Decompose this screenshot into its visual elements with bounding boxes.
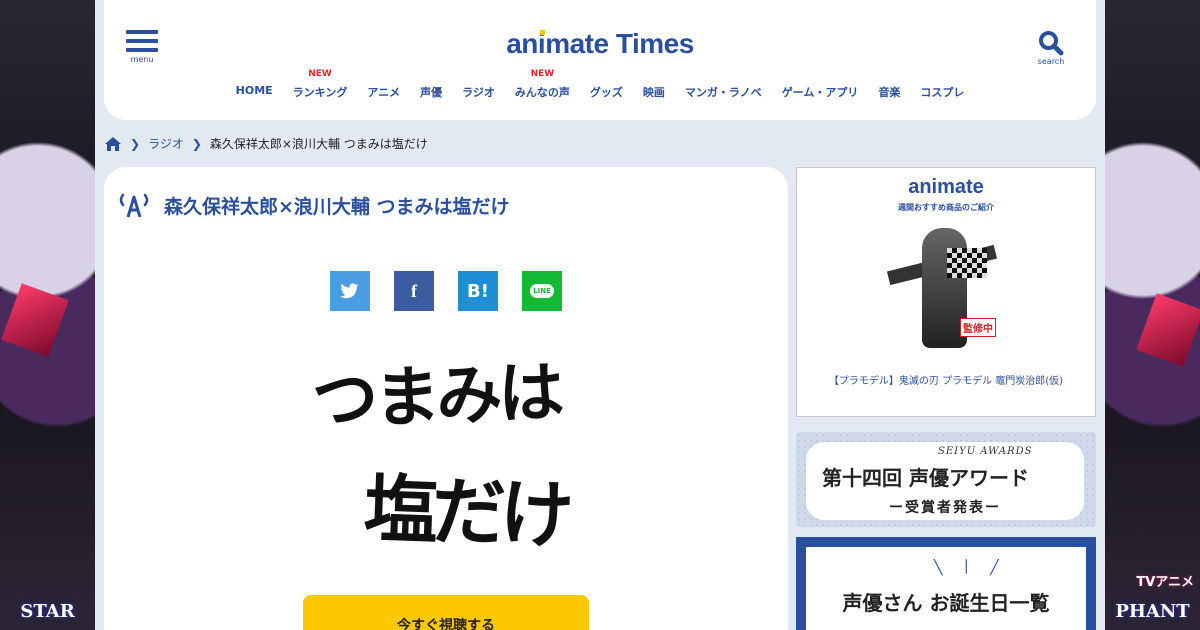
menu-button[interactable]: menu bbox=[126, 30, 158, 64]
right-banner-tv-text: TVアニメ bbox=[1136, 575, 1194, 590]
facebook-share-button[interactable]: f bbox=[394, 271, 434, 311]
nav-item-label: ランキング bbox=[292, 86, 348, 99]
left-side-banner[interactable]: STAR bbox=[0, 0, 95, 630]
hatena-share-button[interactable]: B! bbox=[458, 271, 498, 311]
article-title: 森久保祥太郎×浪川大輔 つまみは塩だけ bbox=[164, 195, 510, 218]
nav-item-label: 映画 bbox=[642, 86, 665, 99]
animate-logo: animate bbox=[908, 176, 984, 198]
calligraphy-line-1: つまみは bbox=[310, 352, 562, 440]
new-badge: NEW bbox=[530, 69, 555, 79]
award-title: 第十四回 声優アワード bbox=[822, 466, 1029, 490]
site-header: menu animate Times search HOME NEW ランキング アニ… bbox=[104, 0, 1096, 120]
nav-item[interactable]: マンガ・ラノベ bbox=[675, 74, 772, 100]
search-button[interactable]: search bbox=[1036, 30, 1066, 66]
nav-item[interactable]: ゲーム・アプリ bbox=[772, 74, 869, 100]
nav-item-label: みんなの声 bbox=[514, 86, 570, 99]
under-supervision-stamp: 監修中 bbox=[960, 318, 996, 337]
nav-item-label: HOME bbox=[235, 84, 273, 97]
nav-item[interactable]: HOME bbox=[226, 74, 283, 100]
nav-item[interactable]: グッズ bbox=[580, 74, 633, 100]
nav-item[interactable]: 音楽 bbox=[868, 74, 910, 100]
home-icon[interactable] bbox=[104, 136, 122, 152]
site-logo[interactable]: animate Times bbox=[494, 28, 706, 60]
twitter-icon bbox=[340, 283, 359, 299]
nav-item-label: アニメ bbox=[367, 86, 401, 99]
award-subtitle: ー受賞者発表ー bbox=[889, 500, 1001, 516]
share-buttons: f B! LINE bbox=[330, 271, 562, 311]
nav-item[interactable]: コスプレ bbox=[910, 74, 974, 100]
line-icon: LINE bbox=[530, 284, 554, 298]
breadcrumb-current: 森久保祥太郎×浪川大輔 つまみは塩だけ bbox=[209, 137, 428, 151]
birthday-banner[interactable]: ╲ ｜ ╱ 声優さん お誕生日一覧 bbox=[796, 537, 1096, 630]
twitter-share-button[interactable] bbox=[330, 271, 370, 311]
right-banner-text: PHANT bbox=[1115, 601, 1190, 622]
nav-item-label: グッズ bbox=[589, 86, 623, 99]
nav-item-label: コスプレ bbox=[920, 86, 965, 99]
gem-decoration bbox=[1136, 293, 1200, 367]
hamburger-icon bbox=[126, 30, 158, 52]
award-card: SEIYU AWARDS 第十四回 声優アワード ー受賞者発表ー bbox=[806, 442, 1084, 520]
chevron-right-icon: ❯ bbox=[191, 136, 202, 151]
article-hero-image: つまみは 塩だけ bbox=[304, 343, 584, 573]
ad-subtitle: 週間おすすめ商品のご紹介 bbox=[898, 203, 994, 212]
nav-item-label: 声優 bbox=[420, 86, 443, 99]
page: menu animate Times search HOME NEW ランキング アニ… bbox=[95, 0, 1105, 630]
nav-item[interactable]: 声優 bbox=[410, 74, 452, 100]
search-label: search bbox=[1037, 57, 1065, 66]
seiyu-award-banner[interactable]: SEIYU AWARDS 第十四回 声優アワード ー受賞者発表ー bbox=[796, 432, 1096, 527]
decoration-dashes: ╲ ｜ ╱ bbox=[934, 560, 1005, 576]
right-side-banner[interactable]: TVアニメ PHANT bbox=[1105, 0, 1200, 630]
nav-item[interactable]: NEW ランキング bbox=[283, 69, 358, 100]
search-icon bbox=[1039, 31, 1064, 56]
birthday-card: ╲ ｜ ╱ 声優さん お誕生日一覧 bbox=[806, 547, 1086, 630]
ad-caption[interactable]: 【プラモデル】鬼滅の刃 プラモデル 竈門炭治郎(仮) bbox=[797, 372, 1095, 387]
calligraphy-line-2: 塩だけ bbox=[362, 466, 570, 560]
nav-item[interactable]: アニメ bbox=[357, 74, 410, 100]
radio-antenna-icon bbox=[119, 193, 149, 218]
left-banner-text: STAR bbox=[20, 601, 75, 622]
nav-item-label: 音楽 bbox=[878, 86, 901, 99]
new-badge: NEW bbox=[308, 69, 332, 79]
listen-now-button[interactable]: 今すぐ視聴する bbox=[303, 595, 589, 630]
facebook-icon: f bbox=[411, 280, 417, 301]
nav-item[interactable]: NEW みんなの声 bbox=[505, 69, 580, 100]
breadcrumb: ❯ ラジオ ❯ 森久保祥太郎×浪川大輔 つまみは塩だけ bbox=[104, 135, 428, 152]
nav-item[interactable]: ラジオ bbox=[452, 74, 505, 100]
nav-item-label: ラジオ bbox=[462, 86, 495, 99]
hatena-icon: B! bbox=[467, 280, 489, 302]
line-share-button[interactable]: LINE bbox=[522, 271, 562, 311]
seiyu-awards-label: SEIYU AWARDS bbox=[938, 446, 1033, 457]
nav-item-label: マンガ・ラノベ bbox=[684, 86, 762, 99]
chevron-right-icon: ❯ bbox=[130, 136, 141, 151]
nav-item[interactable]: 映画 bbox=[633, 74, 675, 100]
sidebar-ad[interactable]: animate 週間おすすめ商品のご紹介 監修中 【プラモデル】鬼滅の刃 プラモ… bbox=[796, 167, 1096, 417]
menu-label: menu bbox=[130, 55, 154, 64]
nav-item-label: ゲーム・アプリ bbox=[781, 86, 859, 99]
figure-image bbox=[886, 218, 1007, 358]
breadcrumb-category[interactable]: ラジオ bbox=[148, 135, 184, 152]
main-nav: HOME NEW ランキング アニメ 声優 ラジオ NEW みんなの声 グッズ 映画 マンガ・ラノベ… bbox=[104, 69, 1096, 100]
article-header: 森久保祥太郎×浪川大輔 つまみは塩だけ bbox=[118, 191, 510, 219]
birthday-title: 声優さん お誕生日一覧 bbox=[842, 591, 1050, 615]
article-card: 森久保祥太郎×浪川大輔 つまみは塩だけ f B! LINE つまみは 塩だけ 今… bbox=[104, 167, 788, 630]
gem-decoration bbox=[1, 283, 69, 357]
